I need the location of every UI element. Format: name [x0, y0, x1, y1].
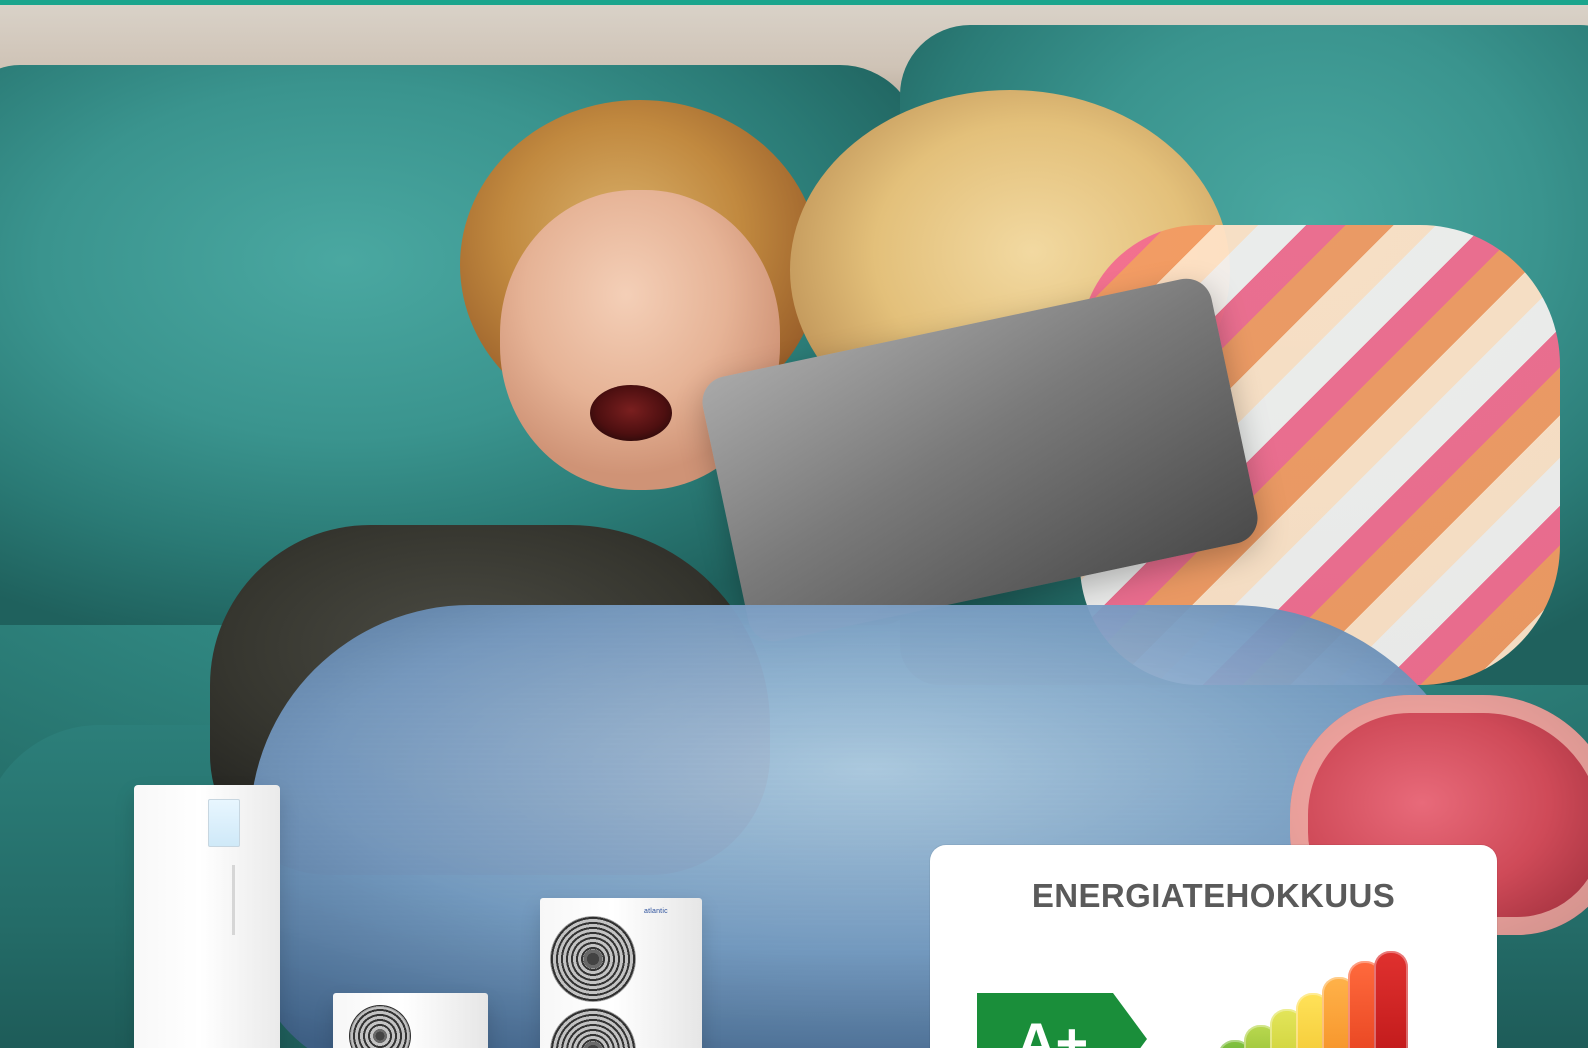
outdoor-unit-large: atlantic — [540, 898, 702, 1048]
brand-logo: atlantic — [644, 908, 668, 915]
energy-scale-bar — [1374, 951, 1408, 1048]
indoor-unit-display — [208, 799, 240, 847]
fan-icon — [349, 1005, 411, 1048]
hero-photo: atlantic ENERGIATEHOKKUUS A+ — [0, 5, 1588, 1048]
energy-efficiency-card: ENERGIATEHOKKUUS A+ — [930, 845, 1497, 1048]
energy-class-text: A+ — [1016, 1011, 1088, 1048]
boy-mouth — [590, 385, 672, 441]
outdoor-unit-small — [333, 993, 488, 1048]
fan-icon — [550, 916, 636, 1002]
indoor-unit — [134, 785, 280, 1048]
indoor-unit-strip — [232, 865, 235, 935]
energy-title: ENERGIATEHOKKUUS — [1031, 877, 1396, 914]
energy-scale — [1218, 951, 1458, 1048]
fan-icon — [550, 1008, 636, 1048]
